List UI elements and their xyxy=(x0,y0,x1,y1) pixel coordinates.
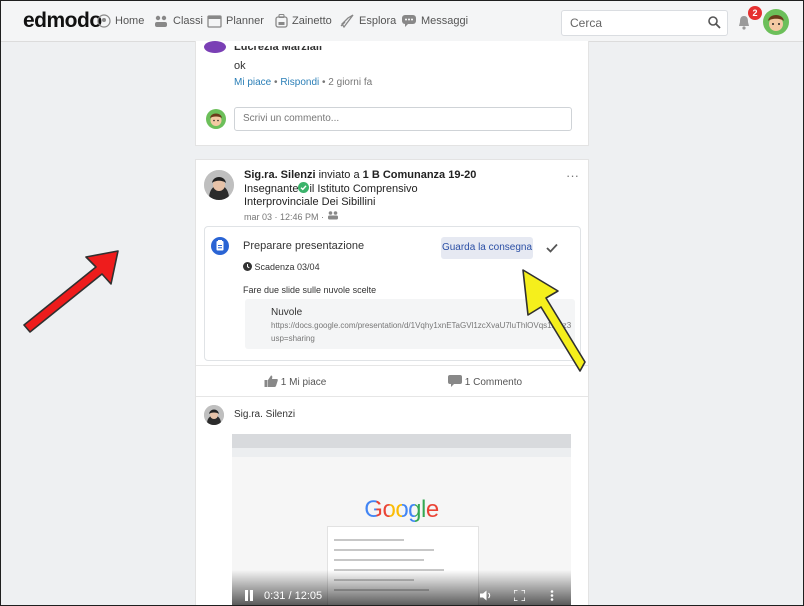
annotation-arrows xyxy=(23,250,586,372)
yellow-arrow xyxy=(522,269,586,372)
red-arrow xyxy=(23,250,119,333)
app-window: edmodo Home Classi Planner Zainetto Espl… xyxy=(0,0,804,606)
